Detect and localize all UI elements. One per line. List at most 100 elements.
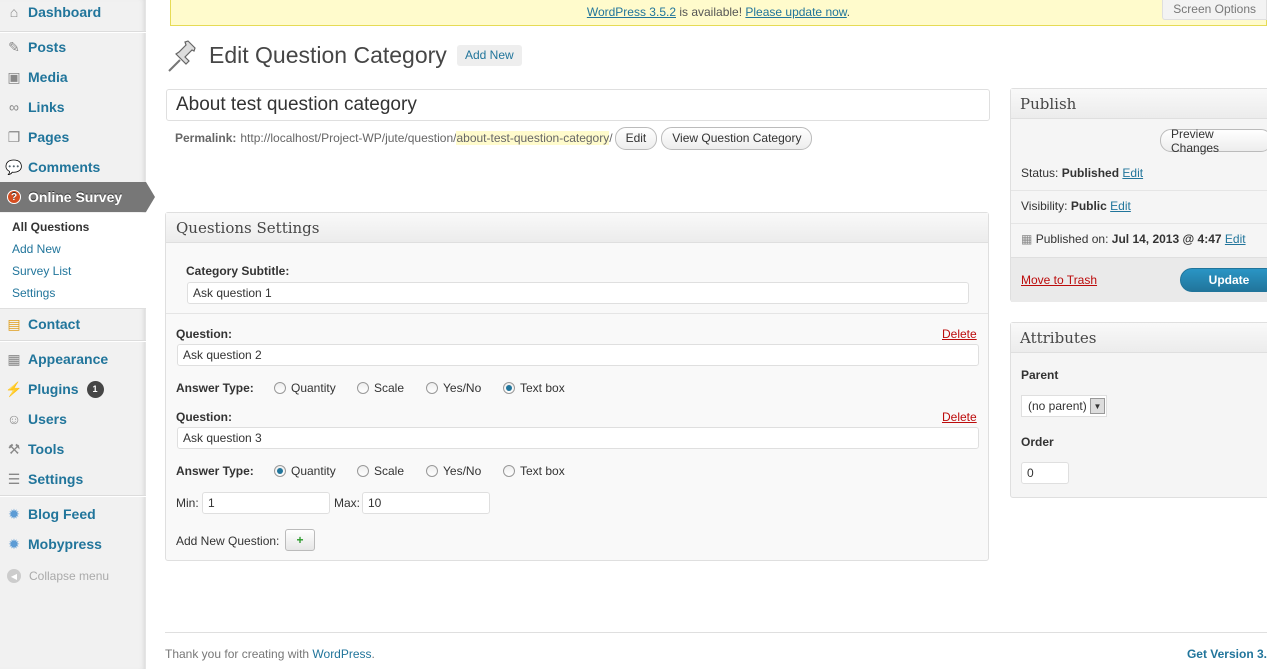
answer-type-option[interactable]: Yes/No	[426, 381, 481, 395]
radio-label: Scale	[374, 381, 405, 395]
answer-type-option[interactable]: Scale	[357, 381, 404, 395]
media-icon: ▣	[7, 68, 21, 85]
attributes-box: Attributes Parent (no parent) ▼ Order	[1010, 322, 1267, 498]
dashboard-icon: ⌂	[9, 4, 19, 20]
collapse-menu-label: Collapse menu	[29, 569, 110, 583]
permalink-slug[interactable]: about-test-question-category	[456, 131, 610, 145]
radio-label: Text box	[520, 464, 565, 478]
sidebar-item-label: Online Survey	[28, 189, 123, 205]
sidebar-item-pages[interactable]: ❐ Pages	[0, 122, 146, 152]
radio-yes-no[interactable]	[426, 465, 438, 477]
max-input[interactable]	[362, 492, 490, 514]
radio-scale[interactable]	[357, 465, 369, 477]
survey-submenu: All Questions Add New Survey List Settin…	[0, 213, 146, 309]
survey-icon: ?	[6, 189, 22, 205]
question-input[interactable]	[177, 344, 979, 366]
question-label: Question:	[176, 410, 232, 424]
sidebar-item-label: Blog Feed	[28, 506, 96, 522]
answer-type-option[interactable]: Text box	[503, 381, 565, 395]
sidebar-item-plugins[interactable]: ⚡ Plugins 1	[0, 374, 146, 404]
sidebar-item-users[interactable]: ☺ Users	[0, 404, 146, 434]
edit-timestamp-link[interactable]: Edit	[1225, 232, 1246, 246]
radio-label: Quantity	[291, 381, 336, 395]
parent-select[interactable]: (no parent) ▼	[1021, 395, 1107, 417]
footer-dot: .	[371, 647, 375, 661]
parent-select-value: (no parent)	[1028, 399, 1087, 413]
order-input[interactable]	[1021, 462, 1069, 484]
status-value: Published	[1061, 166, 1120, 180]
delete-question-button[interactable]: Delete	[942, 410, 977, 424]
sidebar-item-label: Comments	[28, 159, 101, 175]
edit-permalink-button[interactable]: Edit	[614, 126, 658, 150]
question-label: Question:	[176, 327, 232, 341]
settings-icon: ☰	[7, 470, 21, 487]
sidebar-item-appearance[interactable]: ▦ Appearance	[0, 344, 146, 374]
post-title-input[interactable]	[166, 89, 990, 121]
update-button[interactable]: Update	[1180, 268, 1267, 292]
sidebar-item-posts[interactable]: ✎ Posts	[0, 32, 146, 62]
answer-type-option[interactable]: Scale	[357, 464, 404, 478]
submenu-all-questions[interactable]: All Questions	[12, 220, 89, 234]
tools-icon: ⚒	[7, 440, 21, 457]
submenu-settings[interactable]: Settings	[12, 286, 55, 300]
current-menu-arrow	[146, 182, 155, 212]
radio-quantity[interactable]	[274, 465, 286, 477]
menu-separator	[0, 495, 146, 497]
gear-icon: ✹	[8, 535, 20, 552]
submenu-survey-list[interactable]: Survey List	[12, 264, 71, 278]
update-notice: WordPress 3.5.2 is available! Please upd…	[170, 0, 1267, 26]
update-now-link[interactable]: Please update now	[745, 5, 846, 19]
sidebar-item-links[interactable]: ∞ Links	[0, 92, 146, 122]
divider	[1011, 190, 1267, 191]
sidebar-item-comments[interactable]: 💬 Comments	[0, 152, 146, 182]
answer-type-label: Answer Type:	[176, 381, 254, 395]
answer-type-option[interactable]: Yes/No	[426, 464, 481, 478]
sidebar-item-settings[interactable]: ☰ Settings	[0, 464, 146, 494]
sidebar-item-label: Contact	[28, 316, 81, 332]
category-subtitle-input[interactable]	[187, 282, 969, 304]
screen-options-button[interactable]: Screen Options	[1162, 0, 1267, 20]
permalink-row: Permalink: http://localhost/Project-WP/j…	[175, 126, 813, 150]
min-input[interactable]	[202, 492, 330, 514]
answer-type-option[interactable]: Text box	[503, 464, 565, 478]
question-input[interactable]	[177, 427, 979, 449]
sidebar-item-label: Plugins	[28, 381, 79, 397]
footer-thanks: Thank you for creating with WordPress.	[165, 647, 375, 661]
move-to-trash-link[interactable]: Move to Trash	[1021, 273, 1097, 287]
add-new-button[interactable]: Add New	[457, 45, 522, 66]
visibility-row: Visibility: Public Edit	[1021, 199, 1131, 213]
answer-type-option[interactable]: Quantity	[274, 464, 336, 478]
add-question-button[interactable]: +	[285, 529, 315, 551]
radio-quantity[interactable]	[274, 382, 286, 394]
page-title: Edit Question Category	[209, 42, 447, 68]
sidebar-item-online-survey[interactable]: ? Online Survey	[0, 182, 155, 212]
sidebar-item-tools[interactable]: ⚒ Tools	[0, 434, 146, 464]
publish-box: Publish Preview Changes Status: Publishe…	[1010, 88, 1267, 302]
edit-status-link[interactable]: Edit	[1122, 166, 1143, 180]
wordpress-version-link[interactable]: WordPress 3.5.2	[587, 5, 676, 19]
sidebar-item-contact[interactable]: ▤ Contact	[0, 309, 146, 339]
status-row: Status: Published Edit	[1021, 166, 1143, 180]
sidebar-item-mobypress[interactable]: ✹ Mobypress	[0, 529, 146, 559]
attributes-box-title: Attributes	[1011, 323, 1267, 353]
sidebar-item-blog-feed[interactable]: ✹ Blog Feed	[0, 499, 146, 529]
sidebar-item-media[interactable]: ▣ Media	[0, 62, 146, 92]
sidebar-item-dashboard[interactable]: ⌂ Dashboard	[0, 0, 146, 27]
radio-scale[interactable]	[357, 382, 369, 394]
divider	[1011, 223, 1267, 224]
radio-text-box[interactable]	[503, 382, 515, 394]
divider	[166, 313, 988, 314]
answer-type-label: Answer Type:	[176, 464, 254, 478]
radio-yes-no[interactable]	[426, 382, 438, 394]
wordpress-link[interactable]: WordPress	[312, 647, 371, 661]
pages-icon: ❐	[7, 128, 21, 145]
submenu-add-new[interactable]: Add New	[12, 242, 61, 256]
radio-text-box[interactable]	[503, 465, 515, 477]
preview-changes-button[interactable]: Preview Changes	[1160, 127, 1267, 155]
collapse-menu-button[interactable]: ◀ Collapse menu	[0, 565, 146, 587]
get-version-link[interactable]: Get Version 3.	[1187, 647, 1267, 661]
view-question-category-button[interactable]: View Question Category	[661, 126, 813, 150]
edit-visibility-link[interactable]: Edit	[1110, 199, 1131, 213]
answer-type-option[interactable]: Quantity	[274, 381, 336, 395]
delete-question-button[interactable]: Delete	[942, 327, 977, 341]
